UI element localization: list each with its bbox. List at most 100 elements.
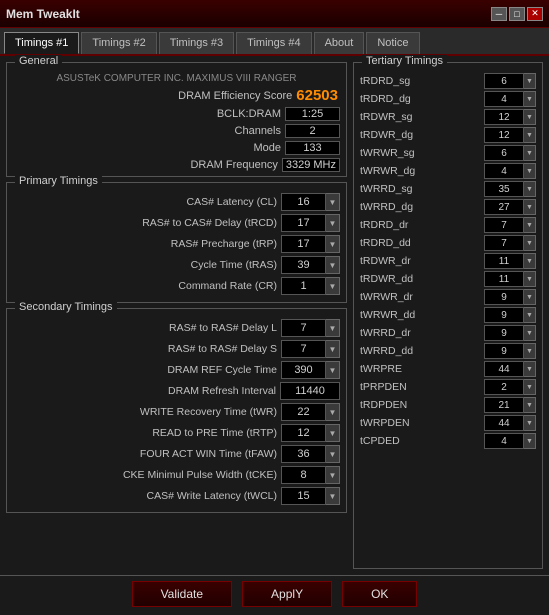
tab-timings1[interactable]: Timings #1 [4, 32, 79, 54]
tert-dropdown-2[interactable]: ▼ [524, 109, 536, 125]
tert-dropdown-11[interactable]: ▼ [524, 271, 536, 287]
tertiary-row-10: tRDWR_dr▼ [360, 253, 536, 269]
tertiary-row-18: tRDPDEN▼ [360, 397, 536, 413]
tert-dropdown-6[interactable]: ▼ [524, 181, 536, 197]
close-button[interactable]: ✕ [527, 7, 543, 21]
tert-dropdown-19[interactable]: ▼ [524, 415, 536, 431]
tert-input-10[interactable] [484, 253, 524, 269]
tertiary-row-0: tRDRD_sg▼ [360, 73, 536, 89]
tert-input-11[interactable] [484, 271, 524, 287]
tert-input-4[interactable] [484, 145, 524, 161]
tert-dropdown-0[interactable]: ▼ [524, 73, 536, 89]
cr-input[interactable] [281, 277, 326, 295]
twr-input[interactable] [281, 403, 326, 421]
twcl-dropdown[interactable]: ▼ [326, 487, 340, 505]
tert-input-3[interactable] [484, 127, 524, 143]
trp-input[interactable] [281, 235, 326, 253]
primary-row-3: Cycle Time (tRAS) ▼ [13, 256, 340, 274]
ref-cycle-input[interactable] [281, 361, 326, 379]
tert-input-5[interactable] [484, 163, 524, 179]
tert-dropdown-13[interactable]: ▼ [524, 307, 536, 323]
tert-input-0[interactable] [484, 73, 524, 89]
maximize-button[interactable]: □ [509, 7, 525, 21]
trtp-dropdown[interactable]: ▼ [326, 424, 340, 442]
tert-dropdown-1[interactable]: ▼ [524, 91, 536, 107]
tab-timings4[interactable]: Timings #4 [236, 32, 311, 54]
tert-input-20[interactable] [484, 433, 524, 449]
tertiary-section: Tertiary Timings tRDRD_sg▼tRDRD_dg▼tRDWR… [353, 62, 543, 569]
tert-input-12[interactable] [484, 289, 524, 305]
tert-input-14[interactable] [484, 325, 524, 341]
tert-input-16[interactable] [484, 361, 524, 377]
apply-button[interactable]: ApplY [242, 581, 332, 607]
tert-dropdown-5[interactable]: ▼ [524, 163, 536, 179]
tert-input-6[interactable] [484, 181, 524, 197]
tert-input-17[interactable] [484, 379, 524, 395]
tert-dropdown-9[interactable]: ▼ [524, 235, 536, 251]
tert-input-13[interactable] [484, 307, 524, 323]
tcke-dropdown[interactable]: ▼ [326, 466, 340, 484]
twr-dropdown[interactable]: ▼ [326, 403, 340, 421]
cr-dropdown[interactable]: ▼ [326, 277, 340, 295]
tert-input-9[interactable] [484, 235, 524, 251]
tfaw-input[interactable] [281, 445, 326, 463]
tert-input-18[interactable] [484, 397, 524, 413]
tert-input-2[interactable] [484, 109, 524, 125]
tert-control-16: ▼ [484, 361, 536, 377]
tcke-input[interactable] [281, 466, 326, 484]
tras-input[interactable] [281, 256, 326, 274]
tab-timings2[interactable]: Timings #2 [81, 32, 156, 54]
ref-cycle-control: ▼ [281, 361, 340, 379]
tab-about[interactable]: About [314, 32, 365, 54]
rrd-l-input[interactable] [281, 319, 326, 337]
minimize-button[interactable]: ─ [491, 7, 507, 21]
tfaw-label: FOUR ACT WIN Time (tFAW) [13, 448, 281, 460]
tert-dropdown-17[interactable]: ▼ [524, 379, 536, 395]
right-panel: Tertiary Timings tRDRD_sg▼tRDRD_dg▼tRDWR… [353, 62, 543, 569]
tert-dropdown-20[interactable]: ▼ [524, 433, 536, 449]
mode-row: Mode 133 [13, 141, 340, 155]
tert-control-18: ▼ [484, 397, 536, 413]
tert-dropdown-3[interactable]: ▼ [524, 127, 536, 143]
cl-dropdown[interactable]: ▼ [326, 193, 340, 211]
tert-control-4: ▼ [484, 145, 536, 161]
twcl-input[interactable] [281, 487, 326, 505]
trcd-input[interactable] [281, 214, 326, 232]
tertiary-row-16: tWRPRE▼ [360, 361, 536, 377]
ok-button[interactable]: OK [342, 581, 417, 607]
tab-notice[interactable]: Notice [366, 32, 419, 54]
tert-dropdown-10[interactable]: ▼ [524, 253, 536, 269]
tert-label-15: tWRRD_dd [360, 345, 484, 357]
ref-cycle-dropdown[interactable]: ▼ [326, 361, 340, 379]
secondary-row-6: FOUR ACT WIN Time (tFAW) ▼ [13, 445, 340, 463]
tert-label-13: tWRWR_dd [360, 309, 484, 321]
tert-dropdown-16[interactable]: ▼ [524, 361, 536, 377]
tert-dropdown-7[interactable]: ▼ [524, 199, 536, 215]
cl-input[interactable] [281, 193, 326, 211]
ref-interval-input[interactable] [280, 382, 340, 400]
primary-row-1: RAS# to CAS# Delay (tRCD) ▼ [13, 214, 340, 232]
tert-dropdown-15[interactable]: ▼ [524, 343, 536, 359]
tert-dropdown-4[interactable]: ▼ [524, 145, 536, 161]
rrd-s-dropdown[interactable]: ▼ [326, 340, 340, 358]
tfaw-dropdown[interactable]: ▼ [326, 445, 340, 463]
trp-dropdown[interactable]: ▼ [326, 235, 340, 253]
trcd-dropdown[interactable]: ▼ [326, 214, 340, 232]
validate-button[interactable]: Validate [132, 581, 232, 607]
tert-input-19[interactable] [484, 415, 524, 431]
primary-row-4: Command Rate (CR) ▼ [13, 277, 340, 295]
tert-dropdown-12[interactable]: ▼ [524, 289, 536, 305]
tert-dropdown-8[interactable]: ▼ [524, 217, 536, 233]
trtp-input[interactable] [281, 424, 326, 442]
tert-input-7[interactable] [484, 199, 524, 215]
secondary-title: Secondary Timings [15, 301, 117, 313]
rrd-l-dropdown[interactable]: ▼ [326, 319, 340, 337]
tert-dropdown-14[interactable]: ▼ [524, 325, 536, 341]
rrd-s-input[interactable] [281, 340, 326, 358]
tert-input-15[interactable] [484, 343, 524, 359]
tab-timings3[interactable]: Timings #3 [159, 32, 234, 54]
tras-dropdown[interactable]: ▼ [326, 256, 340, 274]
tert-dropdown-18[interactable]: ▼ [524, 397, 536, 413]
tert-input-8[interactable] [484, 217, 524, 233]
tert-input-1[interactable] [484, 91, 524, 107]
